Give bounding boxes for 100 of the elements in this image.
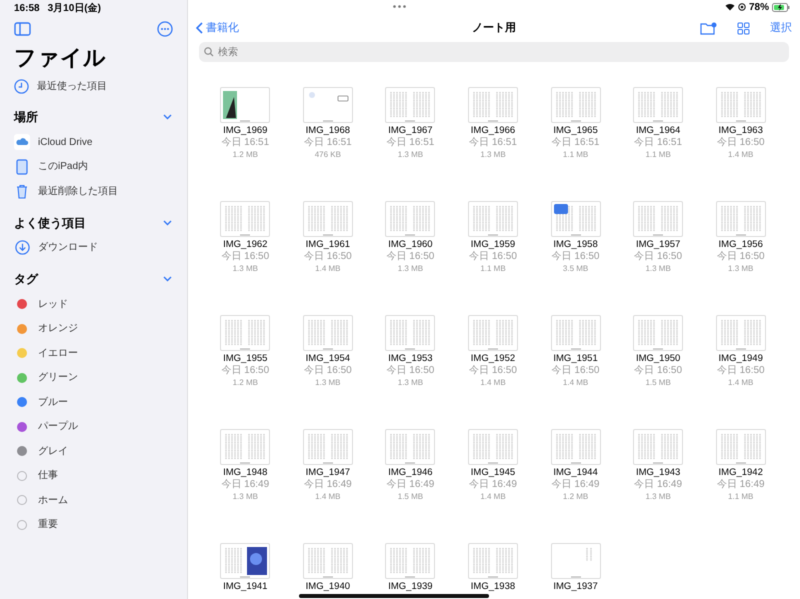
- page-thumbnail[interactable]: [302, 543, 353, 579]
- tag-item[interactable]: 仕事: [14, 464, 173, 488]
- page-thumbnail[interactable]: [385, 543, 436, 579]
- select-button[interactable]: 選択: [770, 20, 792, 36]
- file-name: IMG_1941: [223, 581, 268, 593]
- file-date: 今日 16:51: [386, 137, 434, 149]
- file-date: 今日 16:51: [304, 137, 352, 149]
- page-thumbnail[interactable]: [220, 201, 270, 237]
- chevron-icon[interactable]: [163, 276, 172, 282]
- page-thumbnail[interactable]: [633, 87, 684, 123]
- sidebar-item[interactable]: このiPad内: [14, 154, 173, 179]
- page-thumbnail[interactable]: [220, 87, 270, 123]
- page-thumbnail[interactable]: [385, 429, 436, 465]
- page-thumbnail[interactable]: [550, 429, 601, 465]
- page-thumbnail[interactable]: [468, 87, 518, 123]
- page-thumbnail[interactable]: [468, 315, 518, 351]
- file-date: 今日 16:50: [716, 137, 765, 149]
- file-name: IMG_1957: [636, 239, 680, 251]
- search-field[interactable]: 検索: [199, 42, 789, 62]
- file-name: IMG_1939: [388, 581, 433, 593]
- tag-item[interactable]: グレイ: [14, 439, 173, 464]
- page-thumbnail[interactable]: [468, 201, 518, 237]
- sidebar-item[interactable]: 最近削除した項目: [14, 179, 173, 204]
- file-size: 1.4 MB: [728, 377, 754, 388]
- file-name: IMG_1948: [223, 467, 268, 479]
- file-name: IMG_1950: [636, 353, 680, 365]
- file-date: 今日 16:49: [304, 479, 352, 491]
- multitasking-dots-icon[interactable]: [393, 5, 406, 8]
- file-size: 1.4 MB: [480, 491, 506, 502]
- file-name: IMG_1962: [223, 239, 268, 251]
- page-thumbnail[interactable]: [385, 87, 436, 123]
- page-thumbnail[interactable]: [550, 201, 601, 237]
- page-thumbnail[interactable]: [302, 315, 353, 351]
- chevron-icon[interactable]: [163, 220, 172, 226]
- page-thumbnail[interactable]: [633, 201, 684, 237]
- battery-percent: 78%: [748, 0, 769, 14]
- file-date: 今日 16:49: [386, 479, 434, 491]
- tag-item[interactable]: パープル: [14, 414, 173, 439]
- tablet-icon: [16, 158, 28, 175]
- file-date: 今日 16:51: [552, 137, 600, 149]
- sidebar-item[interactable]: 最近使った項目: [14, 74, 173, 98]
- page-thumbnail[interactable]: [468, 429, 518, 465]
- file-date: 今日 16:51: [469, 137, 517, 149]
- page-thumbnail[interactable]: [302, 201, 353, 237]
- status-date: 3月10日(金): [48, 2, 101, 16]
- file-name: IMG_1952: [470, 353, 516, 365]
- sidebar-toggle-icon[interactable]: [14, 22, 31, 36]
- page-thumbnail[interactable]: [550, 87, 601, 123]
- page-thumbnail[interactable]: [716, 201, 766, 237]
- page-thumbnail[interactable]: [220, 543, 270, 579]
- page-thumbnail[interactable]: [716, 87, 766, 123]
- search-icon: [204, 47, 214, 57]
- page-thumbnail[interactable]: [468, 543, 518, 579]
- sidebar-item[interactable]: ダウンロード: [14, 236, 173, 260]
- section-header: よく使う項目: [14, 214, 86, 232]
- file-date: 今日 16:50: [634, 365, 682, 377]
- folder-title: ノート用: [472, 20, 516, 36]
- tag-item[interactable]: イエロー: [14, 341, 173, 366]
- page-thumbnail[interactable]: [220, 315, 270, 351]
- grid-view-icon[interactable]: [737, 22, 750, 34]
- sidebar-title: ファイル: [14, 44, 107, 72]
- file-name: IMG_1969: [223, 125, 268, 137]
- file-size: 3.5 MB: [562, 263, 588, 274]
- page-thumbnail[interactable]: [220, 429, 270, 465]
- file-size: 1.2 MB: [232, 149, 258, 160]
- file-size: 1.2 MB: [232, 377, 258, 388]
- file-size: 1.3 MB: [232, 263, 258, 274]
- file-date: 今日 16:50: [716, 365, 765, 377]
- status-time: 16:58: [14, 2, 40, 16]
- page-thumbnail[interactable]: [550, 543, 601, 579]
- file-size: 1.4 MB: [728, 149, 754, 160]
- sidebar-item[interactable]: iCloud Drive: [14, 130, 173, 154]
- page-thumbnail[interactable]: [302, 87, 353, 123]
- chevron-icon[interactable]: [163, 114, 172, 120]
- page-thumbnail[interactable]: [716, 429, 766, 465]
- tag-item[interactable]: ホーム: [14, 488, 173, 512]
- more-icon[interactable]: [157, 21, 173, 37]
- page-thumbnail[interactable]: [550, 315, 601, 351]
- back-button[interactable]: 書籍化: [196, 20, 239, 36]
- page-thumbnail[interactable]: [385, 315, 436, 351]
- tag-item[interactable]: オレンジ: [14, 316, 173, 341]
- new-folder-icon[interactable]: [700, 22, 717, 34]
- home-indicator[interactable]: [299, 594, 489, 598]
- page-thumbnail[interactable]: [716, 315, 766, 351]
- file-date: 今日 16:49: [716, 479, 765, 491]
- page-thumbnail[interactable]: [633, 429, 684, 465]
- tag-item[interactable]: グリーン: [14, 366, 173, 390]
- tag-item[interactable]: レッド: [14, 292, 173, 316]
- tag-item[interactable]: 重要: [14, 512, 173, 537]
- file-date: 今日 16:50: [469, 251, 517, 263]
- back-chevron-icon: [196, 22, 203, 34]
- file-name: IMG_1960: [388, 239, 433, 251]
- file-date: 今日 16:50: [716, 251, 765, 263]
- page-thumbnail[interactable]: [633, 315, 684, 351]
- file-name: IMG_1968: [306, 125, 350, 137]
- file-date: 今日 16:50: [552, 251, 600, 263]
- page-thumbnail[interactable]: [385, 201, 436, 237]
- tag-item[interactable]: ブルー: [14, 390, 173, 414]
- page-thumbnail[interactable]: [302, 429, 353, 465]
- file-size: 1.3 MB: [398, 377, 424, 388]
